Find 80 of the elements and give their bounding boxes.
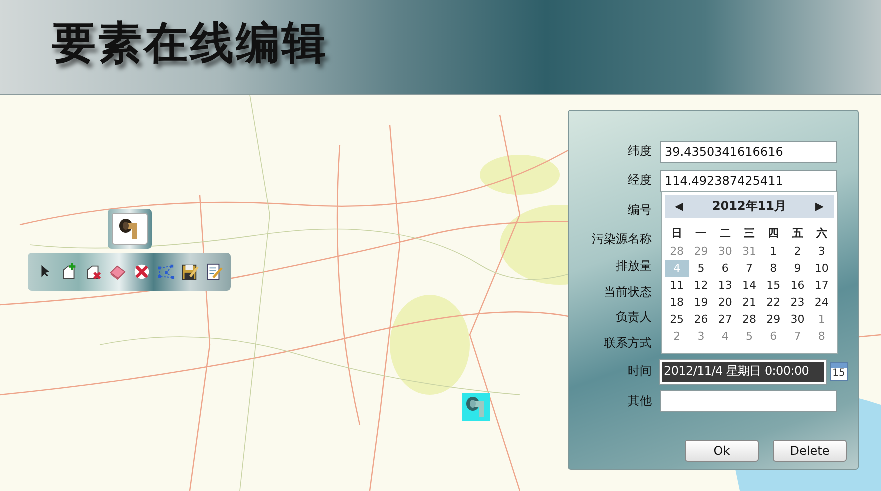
text-field[interactable]: 39.4350341616616 <box>660 140 837 162</box>
field-label: 负责人 <box>615 308 652 326</box>
calendar-day[interactable]: 8 <box>810 328 834 345</box>
calendar-day[interactable]: 2 <box>786 243 810 260</box>
delete-button[interactable]: Delete <box>773 440 847 462</box>
field-label: 排放量 <box>615 258 652 275</box>
calendar-day[interactable]: 20 <box>713 294 738 311</box>
app-title: 要素在线编辑 <box>52 16 328 70</box>
weekday-label: 日 <box>670 226 684 242</box>
calendar-day[interactable]: 23 <box>786 294 810 311</box>
calendar-day[interactable]: 31 <box>737 243 762 260</box>
feature-template-button[interactable] <box>108 209 152 249</box>
calendar-day[interactable]: 5 <box>689 260 714 277</box>
vertices-icon <box>157 262 175 282</box>
calendar-day[interactable]: 14 <box>737 277 762 294</box>
save-edit-icon <box>181 262 199 282</box>
text-field[interactable]: 114.492387425411 <box>660 170 837 192</box>
field-label: 纬度 <box>627 143 652 160</box>
calendar-day[interactable]: 28 <box>737 311 762 328</box>
field-label: 当前状态 <box>603 284 652 300</box>
calendar-day[interactable]: 22 <box>762 294 786 311</box>
calendar-day[interactable]: 10 <box>810 260 834 277</box>
save-edit-button[interactable] <box>181 262 199 282</box>
calendar-day[interactable]: 21 <box>737 294 762 311</box>
calendar-day[interactable]: 29 <box>689 243 714 260</box>
weekday-label: 二 <box>718 226 732 242</box>
calendar-day[interactable]: 5 <box>737 328 762 345</box>
calendar-day[interactable]: 15 <box>762 277 786 294</box>
calendar-day[interactable]: 7 <box>786 328 810 345</box>
ok-button[interactable]: Ok <box>685 440 759 462</box>
calendar-day[interactable]: 3 <box>689 328 714 345</box>
calendar-day[interactable]: 25 <box>665 311 690 328</box>
feature-marker[interactable] <box>462 393 490 421</box>
pipe-outlet-icon <box>465 395 487 419</box>
calendar-day[interactable]: 28 <box>665 243 690 260</box>
field-label: 时间 <box>627 363 652 380</box>
calendar-day[interactable]: 12 <box>689 277 714 294</box>
calendar-day[interactable]: 18 <box>665 294 690 311</box>
calendar-day[interactable]: 29 <box>762 311 786 328</box>
calendar-day[interactable]: 16 <box>786 277 810 294</box>
calendar-day[interactable]: 24 <box>810 294 834 311</box>
field-label: 污染源名称 <box>591 230 652 248</box>
field-label: 其他 <box>627 392 652 410</box>
date-field[interactable]: 2012/11/4 星期日 0:00:00 <box>660 360 826 384</box>
calendar-day[interactable]: 7 <box>737 260 762 277</box>
close-button[interactable] <box>133 262 151 282</box>
weekday-label: 五 <box>791 226 804 242</box>
calendar-day[interactable]: 30 <box>786 311 810 328</box>
previous-month-button[interactable]: ◀ <box>675 200 684 213</box>
weekday-label: 三 <box>742 226 756 242</box>
calendar-day[interactable]: 9 <box>786 260 810 277</box>
calendar-day[interactable]: 27 <box>713 311 738 328</box>
weekday-label: 一 <box>694 226 708 242</box>
calendar-day[interactable]: 13 <box>713 277 738 294</box>
calendar-day[interactable]: 1 <box>762 243 786 260</box>
text-field[interactable] <box>660 390 837 412</box>
calendar-button[interactable]: 15 <box>830 362 848 381</box>
calendar-day[interactable]: 6 <box>713 260 738 277</box>
vertices-button[interactable] <box>157 262 175 282</box>
calendar-day[interactable]: 1 <box>810 311 834 328</box>
next-month-button[interactable]: ▶ <box>816 200 824 213</box>
weekday-label: 六 <box>815 226 828 242</box>
calendar-day[interactable]: 19 <box>689 294 714 311</box>
calendar-day[interactable]: 8 <box>762 260 786 277</box>
field-label: 联系方式 <box>603 335 652 352</box>
calendar-day[interactable]: 2 <box>665 328 690 345</box>
weekday-label: 四 <box>767 226 780 242</box>
edit-document-button[interactable] <box>205 262 223 282</box>
calendar-day[interactable]: 26 <box>689 311 714 328</box>
calendar-day[interactable]: 11 <box>665 277 690 294</box>
calendar-day[interactable]: 30 <box>713 243 738 260</box>
close-icon <box>133 262 151 282</box>
field-label: 编号 <box>627 202 652 218</box>
calendar-month-title: 2012年11月 <box>712 198 787 215</box>
calendar-day[interactable]: 17 <box>810 277 834 294</box>
calendar-day[interactable]: 3 <box>810 243 834 260</box>
field-label: 经度 <box>627 172 652 189</box>
calendar-day[interactable]: 4 <box>713 328 738 345</box>
calendar-day[interactable]: 6 <box>762 328 786 345</box>
edit-document-icon <box>205 262 223 282</box>
